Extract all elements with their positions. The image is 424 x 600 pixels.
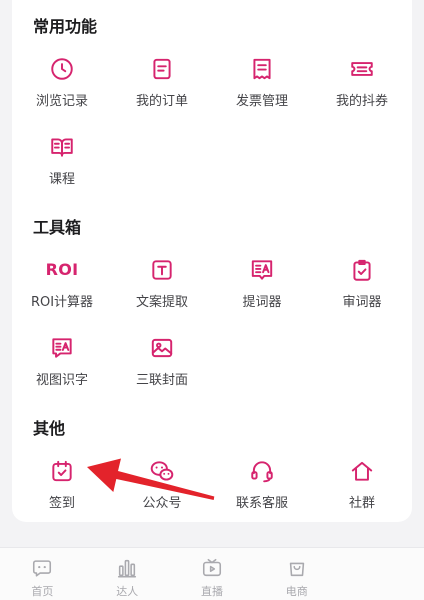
menu-item-label: 浏览记录 [35, 94, 88, 109]
tv-play-icon [202, 558, 222, 577]
chat-bubble-icon [33, 560, 52, 577]
bottom-tab-bar: 首页 达人 直播 电商 [0, 547, 424, 600]
menu-item-my-orders[interactable]: 我的订单 [112, 49, 212, 127]
common-functions-grid: 浏览记录 我的订单 发票管理 我的抖券 课程 [12, 49, 412, 205]
section-common-functions: 常用功能 浏览记录 我的订单 发票管理 我的抖券 课程 [12, 16, 412, 205]
menu-item-courses[interactable]: 课程 [12, 127, 112, 205]
toolbox-grid: ROI ROI计算器 文案提取 提词器 审词器 视图识字 三联封面 [12, 250, 412, 406]
menu-item-label: 文案提取 [135, 295, 188, 310]
menu-item-roi-calculator[interactable]: ROI ROI计算器 [12, 250, 112, 328]
menu-item-label: ROI计算器 [30, 295, 94, 310]
home-icon [349, 458, 375, 484]
other-grid: 签到 公众号 联系客服 社群 [12, 451, 412, 529]
image-text-icon [49, 335, 75, 361]
teleprompter-icon [249, 257, 275, 283]
menu-item-label: 联系客服 [235, 496, 288, 511]
bar-chart-icon [118, 559, 137, 578]
tab-label: 直播 [200, 585, 223, 598]
text-extract-icon [149, 257, 175, 283]
image-icon [149, 335, 175, 361]
invoice-icon [249, 56, 275, 82]
menu-item-community[interactable]: 社群 [312, 451, 412, 529]
menu-item-label: 视图识字 [35, 373, 88, 388]
menu-item-invoice-management[interactable]: 发票管理 [212, 49, 312, 127]
menu-item-label: 三联封面 [135, 373, 188, 388]
menu-item-label: 发票管理 [235, 94, 288, 109]
tab-label: 电商 [285, 585, 308, 598]
section-title-toolbox: 工具箱 [33, 218, 82, 237]
menu-item-teleprompter[interactable]: 提词器 [212, 250, 312, 328]
menu-item-label: 我的抖券 [335, 94, 388, 109]
tab-label: 达人 [116, 585, 139, 598]
menu-item-triple-cover[interactable]: 三联封面 [112, 328, 212, 406]
roi-icon: ROI [45, 260, 79, 279]
menu-item-label: 审词器 [342, 295, 382, 310]
menu-item-my-coupons[interactable]: 我的抖券 [312, 49, 412, 127]
order-icon [149, 56, 175, 82]
menu-card: 常用功能 浏览记录 我的订单 发票管理 我的抖券 课程 工具箱 ROI ROI计… [12, 0, 412, 522]
menu-item-label: 课程 [48, 172, 75, 187]
section-title-common-functions: 常用功能 [33, 17, 98, 36]
section-other: 其他 签到 公众号 联系客服 社群 [12, 418, 412, 529]
menu-item-label: 签到 [48, 496, 75, 511]
menu-item-check-in[interactable]: 签到 [12, 451, 112, 529]
tab-home[interactable]: 首页 [0, 548, 85, 600]
menu-item-browse-history[interactable]: 浏览记录 [12, 49, 112, 127]
coupon-icon [349, 56, 375, 82]
menu-item-label: 社群 [348, 496, 375, 511]
shopping-bag-icon [289, 562, 304, 577]
calendar-check-icon [49, 458, 75, 484]
tab-ecommerce[interactable]: 电商 [254, 548, 339, 600]
clipboard-check-icon [349, 257, 375, 283]
tab-live[interactable]: 直播 [170, 548, 255, 600]
menu-item-word-review[interactable]: 审词器 [312, 250, 412, 328]
menu-item-label: 我的订单 [135, 94, 188, 109]
section-title-other: 其他 [33, 419, 66, 438]
menu-item-official-account[interactable]: 公众号 [112, 451, 212, 529]
headset-icon [249, 458, 275, 484]
section-toolbox: 工具箱 ROI ROI计算器 文案提取 提词器 审词器 视图识字 三联封面 [12, 217, 412, 406]
menu-item-customer-service[interactable]: 联系客服 [212, 451, 312, 529]
menu-item-label: 提词器 [242, 295, 282, 310]
menu-item-image-text-recognition[interactable]: 视图识字 [12, 328, 112, 406]
tab-label: 首页 [31, 585, 54, 598]
menu-item-label: 公众号 [142, 496, 182, 511]
menu-item-text-extract[interactable]: 文案提取 [112, 250, 212, 328]
book-icon [49, 134, 75, 160]
wechat-icon [149, 458, 175, 484]
tab-creators[interactable]: 达人 [85, 548, 170, 600]
clock-icon [49, 56, 75, 82]
